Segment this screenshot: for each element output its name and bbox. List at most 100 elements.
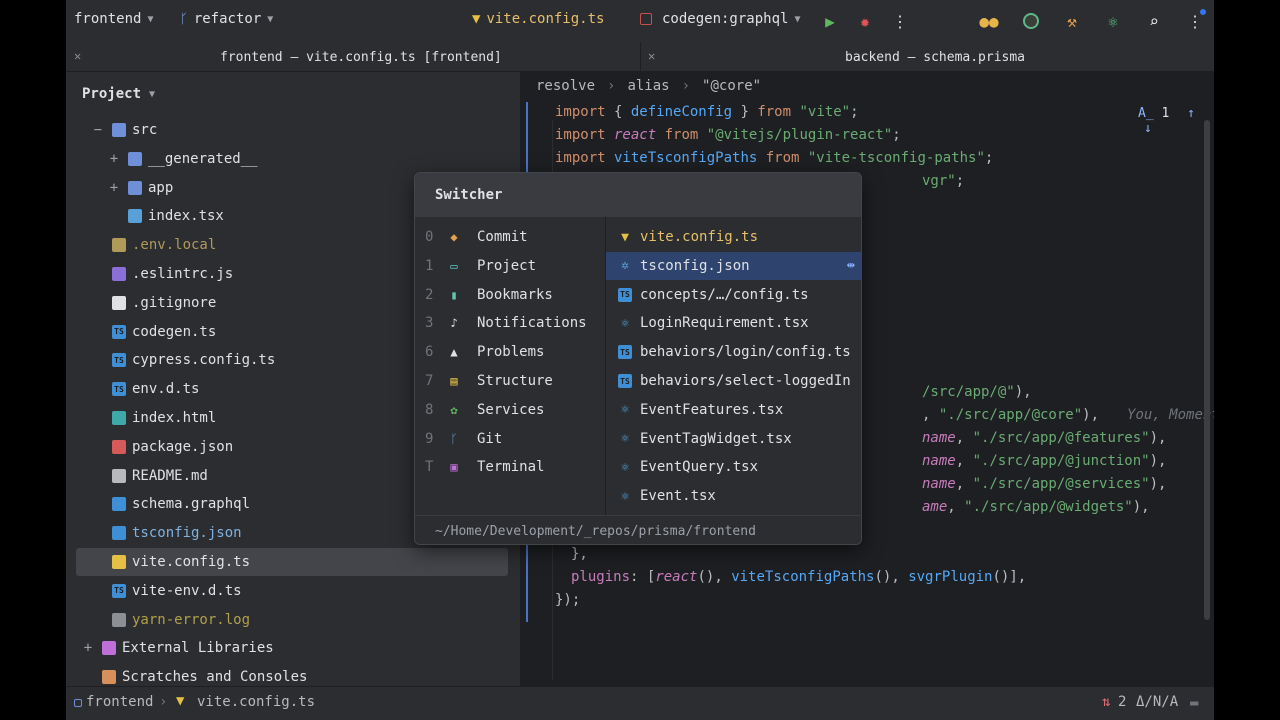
status-file[interactable]: vite.config.ts [197,694,315,710]
switcher-tool-window-item[interactable]: 3 ♪ Notifications [415,309,605,337]
services-icon: ✿ [450,402,458,417]
tools-icon[interactable]: ⚒ [1061,10,1083,32]
project-name: frontend [74,11,142,27]
switcher-recent-file[interactable]: TS concepts/…/config.ts [606,281,861,309]
vite-icon: ▼ [176,693,185,709]
tab-frontend[interactable]: frontend – vite.config.ts [frontend] [220,42,502,72]
status-bar: frontend › ▼ vite.config.ts ⇅ 2 Δ/N/A ▬ [66,686,1214,720]
breadcrumb-item[interactable]: "@core" [702,78,761,94]
branch-icon: ᚴ [180,11,188,27]
ai-assistant-icon[interactable] [1020,10,1042,32]
tsconfig-file-icon: ✲ [621,258,629,274]
eslint-file-icon [112,267,126,281]
code-with-me-icon[interactable]: ●● [978,10,1000,32]
run-config-widget[interactable]: codegen:graphql ▼ [640,11,800,27]
switcher-tool-window-item[interactable]: 7 ▤ Structure [415,367,605,395]
project-widget[interactable]: frontend ▼ [74,11,153,27]
tree-item-label: .gitignore [132,294,217,311]
run-icon[interactable]: ▶ [819,10,841,32]
tool-window-label: Git [477,430,503,447]
arrow-down-icon[interactable]: ↓ [1144,121,1152,136]
status-position[interactable]: Δ/N/A [1136,694,1178,710]
close-icon[interactable]: ✕ [648,49,655,63]
switcher-recent-file[interactable]: ✲ tsconfig.json ⇹ [606,251,861,280]
status-project[interactable]: frontend [86,694,153,710]
switcher-recent-file[interactable]: ⚛ Event.tsx [606,482,861,510]
react-file-icon: ⚛ [621,459,629,475]
lock-icon[interactable]: ▬ [1190,695,1198,711]
close-icon[interactable]: ✕ [74,49,81,63]
react-icon[interactable]: ⚛ [1102,10,1124,32]
tree-item[interactable]: + External Libraries [66,634,520,662]
switcher-tool-window-item[interactable]: 9 ᚴ Git [415,425,605,453]
switcher-tool-window-item[interactable]: T ▣ Terminal [415,453,605,481]
shortcut-key: 6 [425,344,434,361]
main-toolbar: frontend ▼ ᚴ refactor ▼ ▼ vite.config.ts… [66,0,1214,42]
tool-window-label: Project [477,257,537,274]
switcher-recent-file[interactable]: TS behaviors/login/config.ts [606,338,861,366]
switcher-tool-window-item[interactable]: 0 ◆ Commit [415,223,605,251]
debug-icon[interactable]: ✹ [854,10,876,32]
recent-file-label: EventQuery.tsx [640,459,759,476]
switcher-recent-file[interactable]: ⚛ EventFeatures.tsx [606,396,861,424]
tree-item-label: cypress.config.ts [132,352,276,369]
vcs-count[interactable]: 2 [1118,694,1126,710]
switcher-recent-file[interactable]: ▼ vite.config.ts [606,223,861,251]
code-line: import react from "@vitejs/plugin-react"… [555,127,901,143]
tab-divider [640,42,641,72]
tree-item-label: src [132,122,158,138]
switcher-recent-file[interactable]: TS behaviors/select-loggedIn [606,367,861,395]
code-line: , "./src/app/@core"),You, Moments ago [922,407,1214,423]
tree-item-label: app [148,179,174,196]
tree-item[interactable]: + __generated__ [66,145,520,173]
recent-file-label: behaviors/select-loggedIn [640,373,851,389]
switcher-tool-window-item[interactable]: 2 ▮ Bookmarks [415,281,605,309]
recent-file-label: LoginRequirement.tsx [640,315,809,332]
more-icon[interactable]: ⋮ [889,10,911,32]
blame-annotation: You, Moments ago [1127,407,1214,423]
expand-icon[interactable]: + [82,640,94,656]
switcher-tool-window-item[interactable]: 6 ▲ Problems [415,338,605,366]
current-file-widget[interactable]: ▼ vite.config.ts [472,11,604,27]
md-file-icon [112,468,126,483]
code-line: plugins: [react(), viteTsconfigPaths(), … [571,569,1027,585]
tree-item[interactable]: yarn-error.log [66,606,520,634]
tree-item-label: README.md [132,467,208,484]
inspection-widget[interactable]: A̲ 1 ↑ ↓ [1138,106,1214,136]
switcher-tool-window-item[interactable]: 1 ▭ Project [415,252,605,280]
tree-item[interactable]: vite.config.ts [76,548,508,576]
switcher-recent-file[interactable]: ⚛ EventQuery.tsx [606,453,861,481]
vite-file-icon [112,555,126,569]
collapse-icon[interactable]: − [92,122,104,138]
notification-dot [1200,9,1206,15]
code-line: name, "./src/app/@features"), [922,430,1167,446]
project-view-selector[interactable]: Project ▼ [82,86,155,102]
expand-icon[interactable]: + [108,151,120,167]
log-file-icon [112,612,126,627]
editor-scrollbar[interactable] [1204,120,1210,620]
split-open-icon[interactable]: ⇹ [847,257,855,273]
tool-window-label: Terminal [477,459,545,476]
shortcut-key: 9 [425,430,434,447]
structure-icon: ▤ [450,374,458,388]
breadcrumb-item[interactable]: resolve [536,78,595,94]
switcher-tool-window-item[interactable]: 8 ✿ Services [415,396,605,424]
tree-item[interactable]: TS vite-env.d.ts [66,577,520,605]
project-icon [74,699,82,707]
tree-item-label: env.d.ts [132,381,200,398]
switcher-recent-file[interactable]: ⚛ EventTagWidget.tsx [606,425,861,453]
breadcrumb-item[interactable]: alias [627,78,669,94]
shortcut-key: 3 [425,315,434,332]
tree-item-label: tsconfig.json [132,525,242,542]
expand-icon[interactable]: + [108,180,120,196]
branch-widget[interactable]: ᚴ refactor ▼ [180,11,273,27]
search-icon[interactable]: ⌕ [1143,10,1165,32]
tool-window-list: 0 ◆ Commit 1 ▭ Project 2 ▮ Bookmarks 3 ♪ Notificati… [415,217,605,515]
tree-item-label: .eslintrc.js [132,266,234,282]
ts-file-icon: TS [618,374,632,388]
code-line: }); [555,592,581,608]
switcher-recent-file[interactable]: ⚛ LoginRequirement.tsx [606,309,861,337]
arrow-up-icon[interactable]: ↑ [1187,106,1195,121]
tab-backend[interactable]: backend – schema.prisma [845,42,1025,72]
tree-item[interactable]: − src [66,116,520,144]
